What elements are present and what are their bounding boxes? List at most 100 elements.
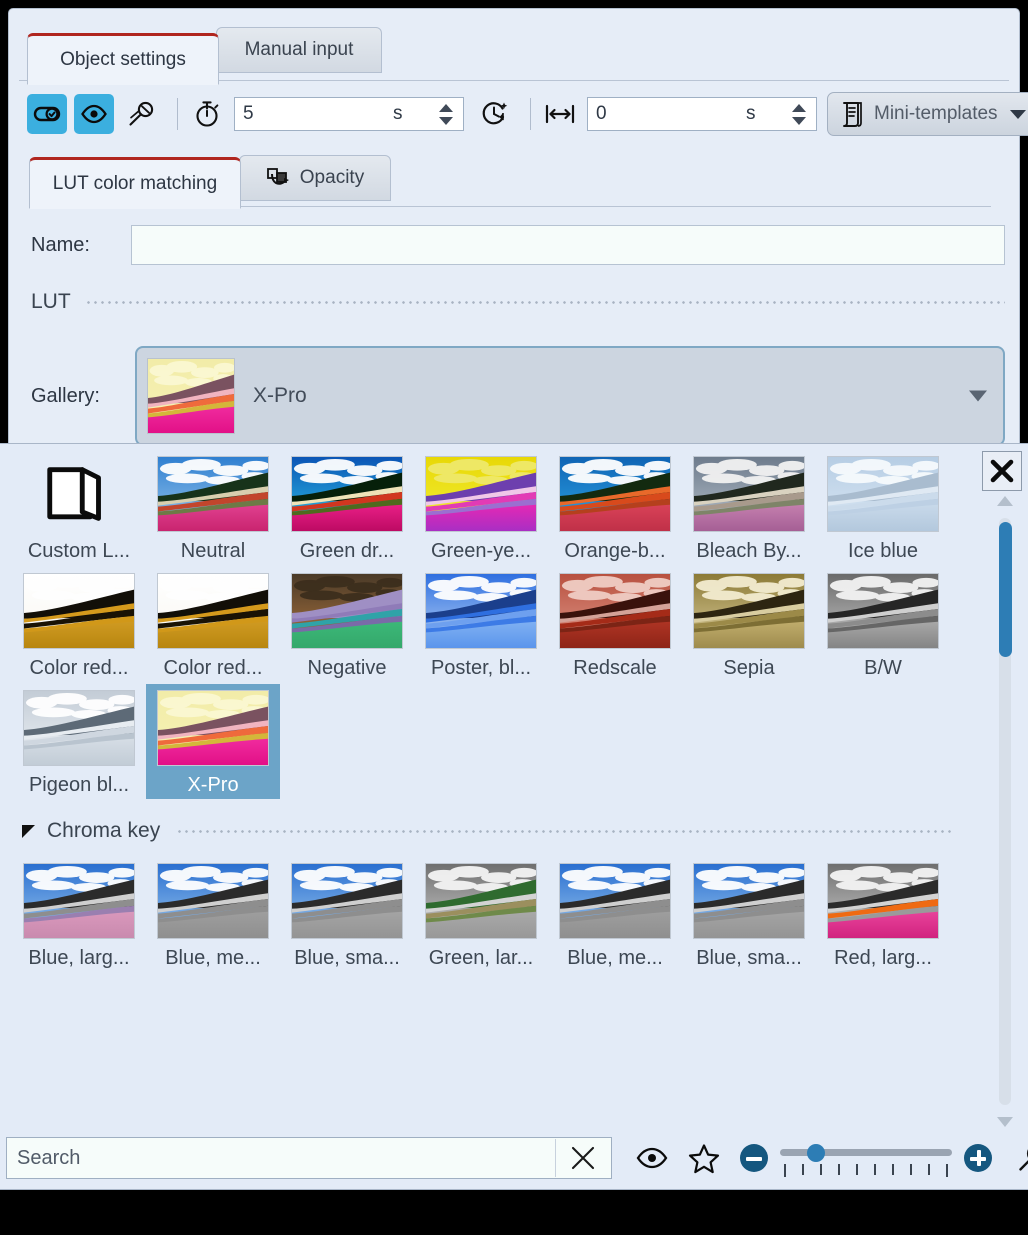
lut-preset-item[interactable]: Sepia	[682, 567, 816, 682]
lut-group-header: LUT	[31, 287, 1005, 317]
zoom-slider-thumb[interactable]	[807, 1144, 826, 1162]
chroma-preset-item[interactable]: Blue, sma...	[280, 857, 414, 972]
preset-thumbnail	[425, 863, 537, 939]
name-input[interactable]	[131, 225, 1005, 265]
chroma-preset-item[interactable]: Blue, me...	[548, 857, 682, 972]
chroma-key-group-title: Chroma key	[47, 819, 161, 842]
lut-preset-item[interactable]: Color red...	[12, 567, 146, 682]
stopwatch-icon	[196, 101, 219, 127]
chroma-preset-item[interactable]: Blue, larg...	[12, 857, 146, 972]
name-row: Name:	[31, 223, 1005, 267]
clear-search-button[interactable]	[555, 1139, 610, 1177]
gallery-dropdown-body: Custom L... Neutral Green dr... Green-ye…	[0, 444, 980, 1127]
preset-thumbnail	[157, 573, 269, 649]
lut-preset-item-label: Pigeon bl...	[28, 774, 130, 796]
open-folder-icon	[47, 467, 101, 521]
chroma-preset-item[interactable]: Green, lar...	[414, 857, 548, 972]
lut-preset-item[interactable]: B/W	[816, 567, 950, 682]
scroll-up-icon[interactable]	[997, 496, 1013, 506]
open-folder-icon	[23, 456, 135, 532]
tab-object-settings[interactable]: Object settings	[27, 33, 219, 85]
lut-preset-item[interactable]: Neutral	[146, 450, 280, 565]
delay-stepper[interactable]	[786, 98, 816, 130]
visibility-toggle-button[interactable]	[74, 94, 114, 134]
reset-zoom-button[interactable]	[1010, 1136, 1028, 1180]
chroma-preset-item[interactable]: Blue, sma...	[682, 857, 816, 972]
duration-increment-icon[interactable]	[439, 103, 453, 112]
delay-spinbox[interactable]: 0 s	[587, 97, 817, 131]
lut-preset-item[interactable]: Custom L...	[12, 450, 146, 565]
animation-button[interactable]	[474, 94, 514, 134]
tab-lut-color-matching[interactable]: LUT color matching	[29, 157, 241, 209]
lut-preset-item[interactable]: Green-ye...	[414, 450, 548, 565]
search-field-wrapper[interactable]: Search	[6, 1137, 612, 1179]
duration-value[interactable]: 5	[235, 98, 393, 130]
preset-thumbnail	[157, 690, 269, 766]
zoom-slider[interactable]	[780, 1138, 952, 1178]
lut-preset-item-label: Ice blue	[847, 540, 919, 562]
duration-stepper[interactable]	[433, 98, 463, 130]
lut-preset-item[interactable]: Pigeon bl...	[12, 684, 146, 799]
mini-templates-label: Mini-templates	[874, 103, 998, 124]
lut-preset-item-label: Sepia	[723, 657, 775, 679]
lut-preset-item[interactable]: X-Pro	[146, 684, 280, 799]
animate-clock-icon	[482, 102, 508, 125]
chevron-down-icon[interactable]	[969, 390, 987, 402]
preset-thumbnail	[291, 863, 403, 939]
preview-toggle-button[interactable]	[630, 1136, 674, 1180]
mini-templates-button[interactable]: Mini-templates	[827, 92, 1028, 136]
gallery-combobox[interactable]: X-Pro	[135, 346, 1005, 446]
preset-thumbnail	[425, 456, 537, 532]
zoom-slider-ticks	[784, 1164, 948, 1177]
chroma-key-group-header[interactable]: Chroma key	[22, 815, 954, 847]
lut-preset-item-label: Orange-b...	[564, 540, 666, 562]
search-input[interactable]: Search	[17, 1147, 80, 1170]
scroll-down-icon[interactable]	[997, 1117, 1013, 1127]
triangle-collapse-icon[interactable]	[22, 824, 35, 838]
lut-preset-item[interactable]: Redscale	[548, 567, 682, 682]
lut-preset-item[interactable]: Poster, bl...	[414, 567, 548, 682]
chroma-preset-item-label: Blue, me...	[567, 947, 663, 969]
lut-preset-item[interactable]: Color red...	[146, 567, 280, 682]
chroma-preset-item-label: Red, larg...	[834, 947, 932, 969]
preset-thumbnail	[559, 863, 671, 939]
tab-lut-color-matching-label: LUT color matching	[52, 173, 218, 194]
zoom-in-button[interactable]	[964, 1144, 992, 1172]
favorites-button[interactable]	[682, 1136, 726, 1180]
delay-value[interactable]: 0	[588, 98, 746, 130]
lut-preset-item[interactable]: Negative	[280, 567, 414, 682]
chroma-preset-item[interactable]: Red, larg...	[816, 857, 950, 972]
chevron-down-icon[interactable]	[1009, 109, 1026, 119]
chroma-preset-item-label: Blue, larg...	[28, 947, 130, 969]
lut-preset-item-label: Bleach By...	[696, 540, 802, 562]
delay-increment-icon[interactable]	[792, 103, 806, 112]
preset-thumbnail	[827, 456, 939, 532]
magic-effect-button[interactable]	[121, 94, 161, 134]
chroma-preset-item-label: Blue, sma...	[696, 947, 802, 969]
delay-decrement-icon[interactable]	[792, 116, 806, 125]
tab-manual-input[interactable]: Manual input	[216, 27, 382, 73]
preset-thumbnail	[23, 573, 135, 649]
duration-decrement-icon[interactable]	[439, 116, 453, 125]
duration-spinbox[interactable]: 5 s	[234, 97, 464, 131]
zoom-out-button[interactable]	[740, 1144, 768, 1172]
preset-thumbnail	[23, 863, 135, 939]
chroma-preset-item[interactable]: Blue, me...	[146, 857, 280, 972]
scrollbar-thumb[interactable]	[999, 522, 1012, 657]
lut-preset-item[interactable]: Bleach By...	[682, 450, 816, 565]
lut-preset-item-label: Green dr...	[299, 540, 395, 562]
close-dropdown-button[interactable]	[982, 451, 1022, 491]
main-tabstrip: Object settings Manual input	[9, 23, 1019, 85]
close-x-icon	[990, 459, 1014, 483]
lut-preset-item[interactable]: Green dr...	[280, 450, 414, 565]
template-list-icon	[843, 102, 862, 127]
tab-opacity[interactable]: Opacity	[239, 155, 391, 201]
zoom-slider-track[interactable]	[780, 1149, 952, 1156]
lut-preset-item[interactable]: Orange-b...	[548, 450, 682, 565]
tab-object-settings-label: Object settings	[60, 49, 186, 70]
toggle-enabled-button[interactable]	[27, 94, 67, 134]
gallery-scrollbar[interactable]	[990, 496, 1018, 1127]
lut-preset-item-label: Redscale	[573, 657, 657, 679]
preset-thumbnail	[291, 573, 403, 649]
lut-preset-item[interactable]: Ice blue	[816, 450, 950, 565]
